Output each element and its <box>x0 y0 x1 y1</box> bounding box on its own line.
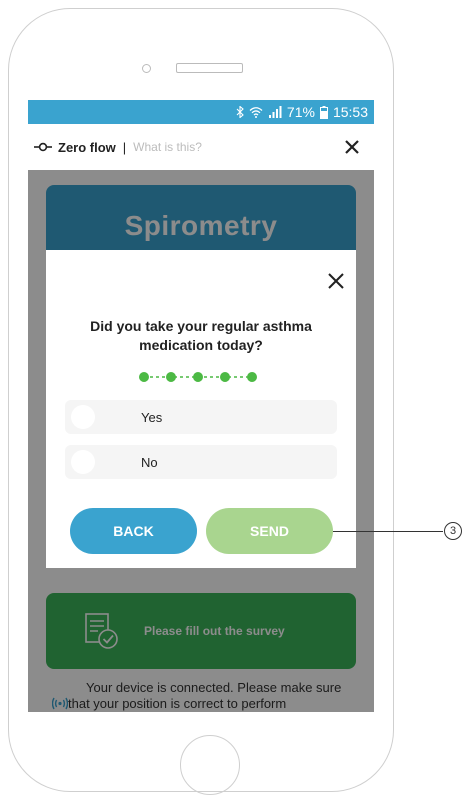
answer-option-yes[interactable]: Yes <box>65 400 337 434</box>
status-time: 15:53 <box>332 104 368 120</box>
back-button[interactable]: BACK <box>70 508 197 554</box>
battery-percent: 71% <box>286 104 315 120</box>
question-line-1: Did you take your regular asthma <box>90 318 312 334</box>
radio-button[interactable] <box>71 450 95 474</box>
send-button[interactable]: SEND <box>206 508 333 554</box>
progress-indicator <box>139 372 257 382</box>
survey-modal: Did you take your regular asthma medicat… <box>46 250 356 568</box>
status-bar: 71% 15:53 <box>28 100 374 124</box>
callout-line <box>333 531 443 532</box>
what-is-this-link[interactable]: What is this? <box>133 140 202 154</box>
signal-icon <box>268 106 282 118</box>
title-separator: | <box>122 139 127 155</box>
phone-camera <box>142 64 151 73</box>
progress-dot <box>166 372 176 382</box>
battery-icon <box>319 105 328 119</box>
progress-dot <box>139 372 149 382</box>
app-title: Zero flow <box>58 139 116 155</box>
wifi-icon <box>249 107 263 118</box>
progress-dot <box>220 372 230 382</box>
close-icon[interactable] <box>327 272 345 290</box>
radio-button[interactable] <box>71 405 95 429</box>
answer-label: Yes <box>141 410 163 425</box>
answer-option-no[interactable]: No <box>65 445 337 479</box>
phone-screen: 71% 15:53 Zero flow | What is this? Spir… <box>28 100 374 712</box>
bluetooth-icon <box>236 106 244 118</box>
app-bar: Zero flow | What is this? <box>28 124 374 170</box>
close-icon[interactable] <box>342 137 362 157</box>
question-line-2: medication today? <box>139 337 263 353</box>
home-button[interactable] <box>180 735 240 795</box>
question-text: Did you take your regular asthma medicat… <box>46 317 356 355</box>
progress-dot <box>247 372 257 382</box>
callout-number: 3 <box>444 522 462 540</box>
answer-label: No <box>141 455 158 470</box>
zero-flow-icon <box>34 142 52 152</box>
progress-dot <box>193 372 203 382</box>
phone-speaker <box>176 63 243 73</box>
